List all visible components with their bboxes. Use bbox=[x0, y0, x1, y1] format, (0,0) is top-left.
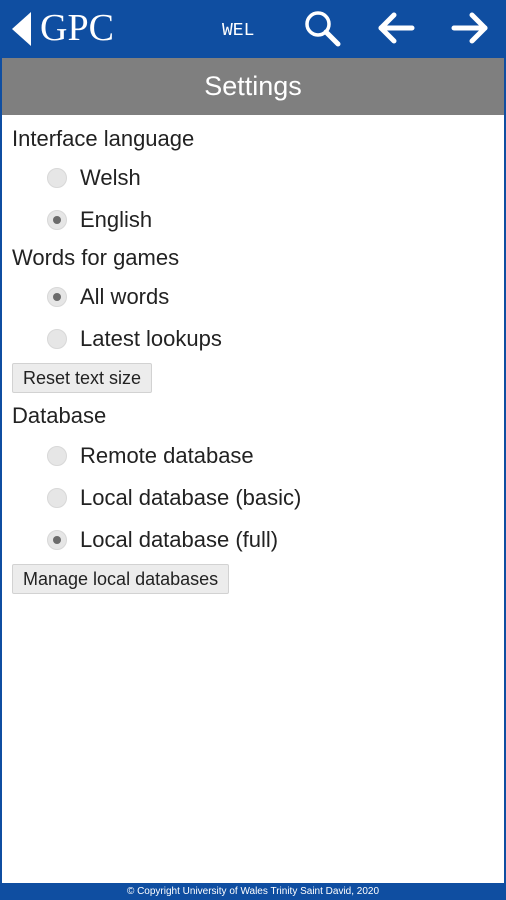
arrow-right-icon bbox=[451, 12, 488, 44]
radio-all-words[interactable]: All words bbox=[47, 282, 169, 312]
radio-label-local-database-full[interactable]: Local database (full) bbox=[80, 527, 278, 553]
app-window: GPC WEL Settings Interface language Wels… bbox=[0, 0, 506, 900]
radio-label-local-database-basic[interactable]: Local database (basic) bbox=[80, 485, 301, 511]
radio-local-database-basic[interactable]: Local database (basic) bbox=[47, 483, 301, 513]
interface-language-label: Interface language bbox=[12, 126, 195, 151]
search-button[interactable] bbox=[300, 6, 344, 50]
radio-button-english[interactable] bbox=[47, 210, 67, 230]
radio-local-database-full[interactable]: Local database (full) bbox=[47, 525, 278, 555]
radio-button-all-words[interactable] bbox=[47, 287, 67, 307]
radio-label-all-words[interactable]: All words bbox=[80, 284, 169, 310]
radio-english[interactable]: English bbox=[47, 205, 152, 235]
radio-button-remote-database[interactable] bbox=[47, 446, 67, 466]
radio-label-welsh[interactable]: Welsh bbox=[80, 165, 141, 191]
language-toggle[interactable]: WEL bbox=[222, 20, 254, 42]
radio-latest-lookups[interactable]: Latest lookups bbox=[47, 324, 222, 354]
manage-local-databases-button[interactable]: Manage local databases bbox=[12, 564, 230, 594]
search-icon bbox=[305, 11, 341, 47]
top-bar: GPC WEL bbox=[0, 0, 506, 58]
database-label: Database bbox=[12, 403, 107, 428]
previous-button[interactable] bbox=[374, 6, 418, 50]
page-title: Settings bbox=[2, 58, 504, 115]
radio-welsh[interactable]: Welsh bbox=[47, 163, 141, 193]
reset-text-size-button[interactable]: Reset text size bbox=[12, 363, 153, 393]
radio-button-latest-lookups[interactable] bbox=[47, 329, 67, 349]
next-button[interactable] bbox=[448, 6, 492, 50]
radio-button-welsh[interactable] bbox=[47, 168, 67, 188]
app-logo-text[interactable]: GPC bbox=[40, 5, 114, 51]
radio-label-remote-database[interactable]: Remote database bbox=[80, 443, 254, 469]
arrow-left-icon bbox=[378, 12, 415, 44]
back-triangle-icon[interactable] bbox=[12, 12, 31, 46]
radio-remote-database[interactable]: Remote database bbox=[47, 441, 254, 471]
copyright-footer: © Copyright University of Wales Trinity … bbox=[0, 883, 506, 900]
radio-button-local-database-full[interactable] bbox=[47, 530, 67, 550]
radio-button-local-database-basic[interactable] bbox=[47, 488, 67, 508]
radio-label-latest-lookups[interactable]: Latest lookups bbox=[80, 326, 222, 352]
radio-label-english[interactable]: English bbox=[80, 207, 152, 233]
words-for-games-label: Words for games bbox=[12, 245, 180, 270]
